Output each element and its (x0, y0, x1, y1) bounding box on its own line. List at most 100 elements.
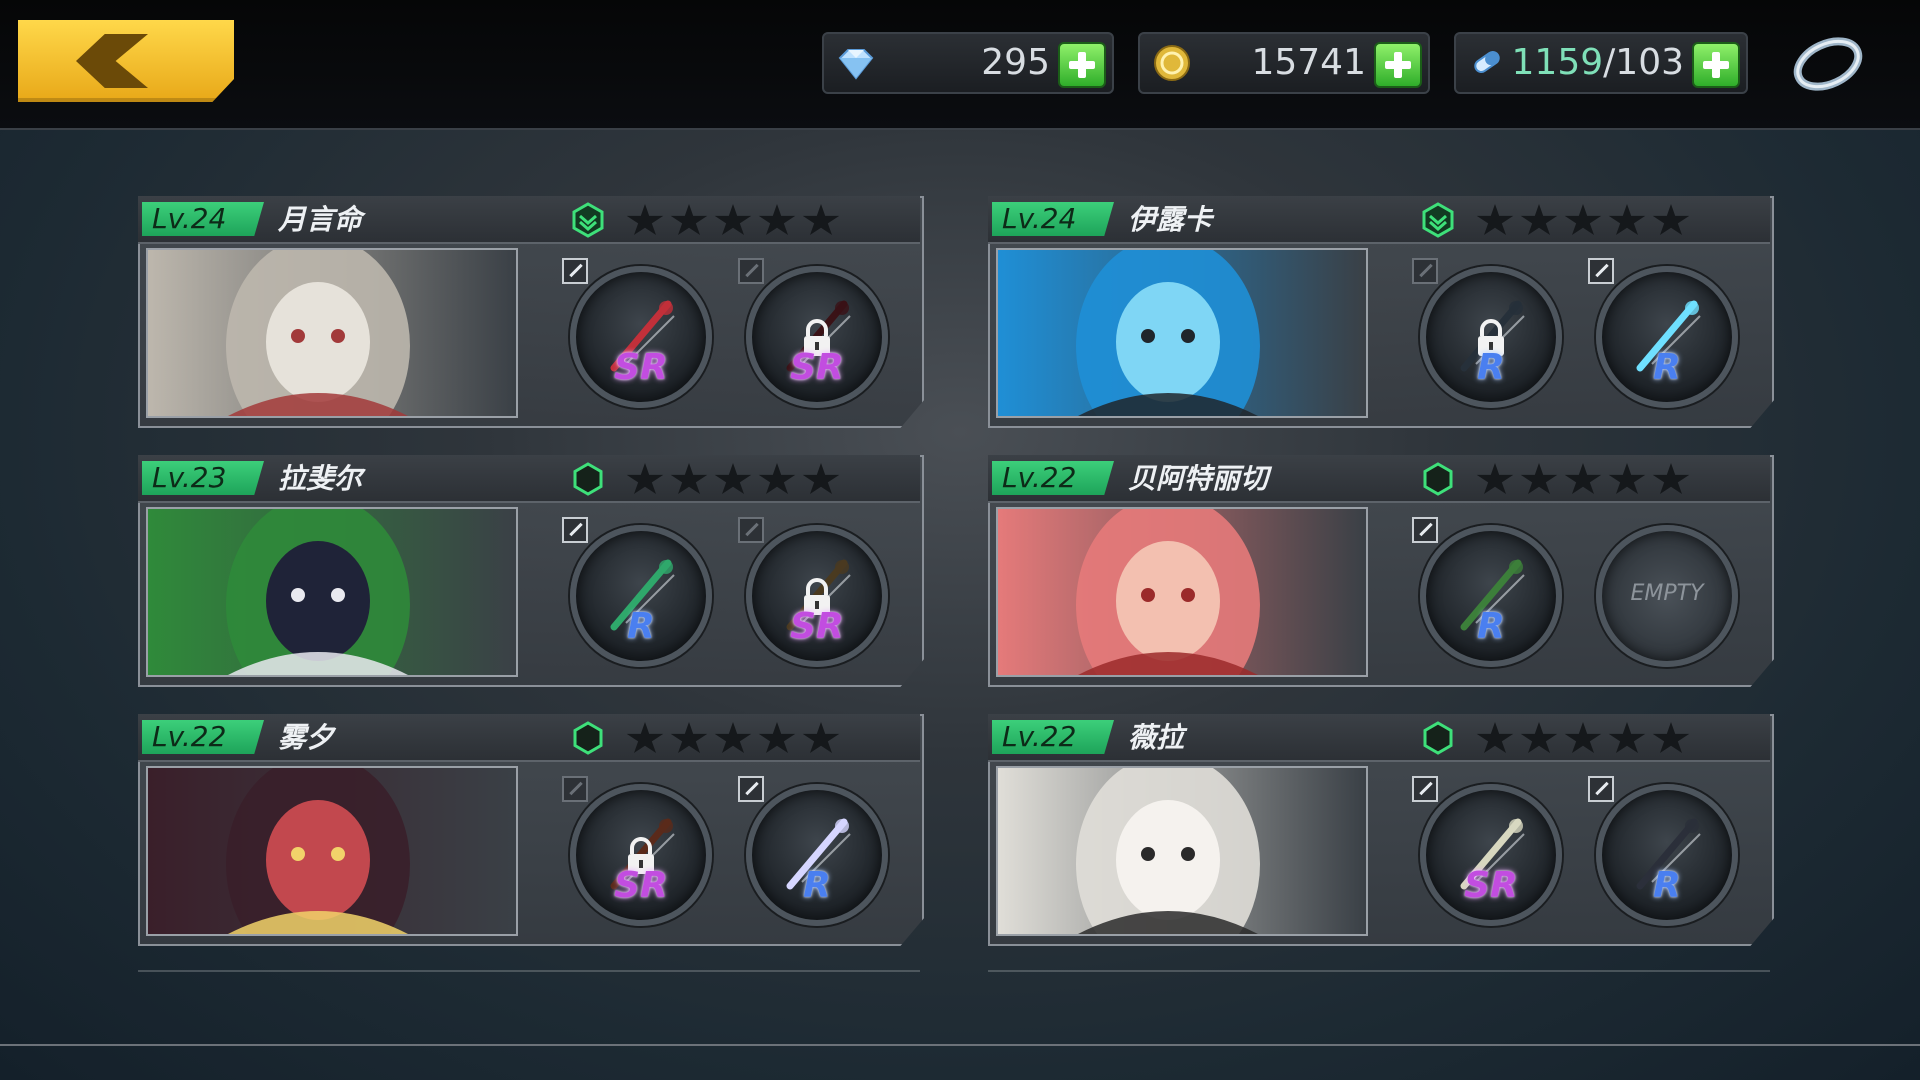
gem-counter: 295 (822, 32, 1114, 94)
coin-counter: 15741 (1138, 32, 1430, 94)
star-rating (1476, 463, 1690, 495)
character-card[interactable]: Lv.22 贝阿特丽切 R EMPTY (988, 455, 1774, 687)
weapon-slot[interactable]: SR (746, 525, 888, 667)
rarity-label: SR (1464, 865, 1518, 906)
star-rating (1476, 204, 1690, 236)
weapon-slot[interactable]: R (746, 784, 888, 926)
weapon-slot[interactable]: R (570, 525, 712, 667)
weapon-slot[interactable]: R (1596, 784, 1738, 926)
rarity-label: R (1477, 347, 1505, 388)
star-icon (670, 722, 708, 753)
card-header: Lv.23 拉斐尔 (138, 455, 920, 503)
character-name: 贝阿特丽切 (1128, 462, 1269, 495)
star-rating (626, 204, 840, 236)
gem-icon (838, 49, 874, 80)
star-icon (714, 463, 752, 494)
character-portrait-art (148, 768, 516, 934)
grade-icon (1423, 721, 1453, 755)
level-badge: Lv.22 (992, 720, 1114, 754)
weapon-slot[interactable]: SR (570, 266, 712, 408)
coin-icon (1154, 45, 1190, 81)
empty-weapon-slot[interactable]: EMPTY (1596, 525, 1738, 667)
character-portrait[interactable] (146, 248, 518, 418)
weapon-slot[interactable]: R (1420, 525, 1562, 667)
back-button[interactable] (18, 20, 234, 102)
weapon-slot[interactable]: R (1420, 266, 1562, 408)
character-portrait[interactable] (146, 766, 518, 936)
weapon-slot[interactable]: R (1596, 266, 1738, 408)
divider (988, 970, 1770, 972)
ring-icon[interactable] (1790, 30, 1866, 92)
add-coins-button[interactable] (1374, 42, 1422, 88)
star-icon (758, 204, 796, 235)
grade-up-icon (572, 202, 604, 238)
weapon-slot[interactable]: SR (1420, 784, 1562, 926)
character-portrait-art (998, 509, 1366, 675)
character-card[interactable]: Lv.24 月言命 SR SR (138, 196, 924, 428)
rarity-label: R (627, 606, 655, 647)
character-card[interactable]: Lv.22 薇拉 SR R (988, 714, 1774, 946)
weapon-slot[interactable]: SR (746, 266, 888, 408)
edit-icon[interactable] (1412, 517, 1438, 543)
grade-icon (573, 462, 603, 496)
edit-icon[interactable] (738, 258, 764, 284)
star-rating (626, 722, 840, 754)
back-arrow-icon (76, 34, 148, 88)
star-rating (1476, 722, 1690, 754)
edit-icon[interactable] (738, 517, 764, 543)
rarity-label: SR (790, 606, 844, 647)
empty-label: EMPTY (1630, 581, 1704, 606)
character-portrait[interactable] (996, 248, 1368, 418)
character-card[interactable]: Lv.24 伊露卡 R R (988, 196, 1774, 428)
star-icon (1608, 204, 1646, 235)
star-icon (1652, 463, 1690, 494)
rarity-label: R (1653, 347, 1681, 388)
level-badge: Lv.24 (992, 202, 1114, 236)
star-icon (714, 204, 752, 235)
weapon-slot[interactable]: SR (570, 784, 712, 926)
character-portrait-art (998, 768, 1366, 934)
star-icon (758, 463, 796, 494)
edit-icon[interactable] (738, 776, 764, 802)
character-card[interactable]: Lv.22 雾夕 SR R (138, 714, 924, 946)
add-stamina-button[interactable] (1692, 42, 1740, 88)
edit-icon[interactable] (562, 776, 588, 802)
rarity-label: SR (790, 347, 844, 388)
rarity-label: R (1653, 865, 1681, 906)
rarity-label: SR (614, 347, 668, 388)
stamina-max: /103 (1603, 42, 1684, 83)
edit-icon[interactable] (1588, 776, 1614, 802)
star-icon (670, 463, 708, 494)
card-header: Lv.24 伊露卡 (988, 196, 1770, 244)
stamina-icon (1474, 50, 1500, 74)
star-icon (1608, 463, 1646, 494)
character-name: 月言命 (278, 203, 363, 236)
edit-icon[interactable] (1412, 776, 1438, 802)
star-icon (1520, 722, 1558, 753)
star-rating (626, 463, 840, 495)
character-portrait[interactable] (996, 507, 1368, 677)
divider (138, 970, 920, 972)
character-portrait[interactable] (996, 766, 1368, 936)
star-icon (802, 722, 840, 753)
coin-value: 15741 (1251, 42, 1366, 83)
star-icon (802, 204, 840, 235)
gem-value: 295 (981, 42, 1050, 83)
character-portrait[interactable] (146, 507, 518, 677)
star-icon (1476, 463, 1514, 494)
character-name: 薇拉 (1128, 721, 1185, 754)
stamina-current: 1159 (1511, 42, 1604, 83)
edit-icon[interactable] (562, 517, 588, 543)
star-icon (670, 204, 708, 235)
edit-icon[interactable] (1588, 258, 1614, 284)
grade-icon (573, 721, 603, 755)
character-card[interactable]: Lv.23 拉斐尔 R SR (138, 455, 924, 687)
bottom-divider (0, 1044, 1920, 1046)
add-gems-button[interactable] (1058, 42, 1106, 88)
edit-icon[interactable] (562, 258, 588, 284)
star-icon (1564, 204, 1602, 235)
star-icon (626, 204, 664, 235)
edit-icon[interactable] (1412, 258, 1438, 284)
character-portrait-art (998, 250, 1366, 416)
card-header: Lv.22 贝阿特丽切 (988, 455, 1770, 503)
